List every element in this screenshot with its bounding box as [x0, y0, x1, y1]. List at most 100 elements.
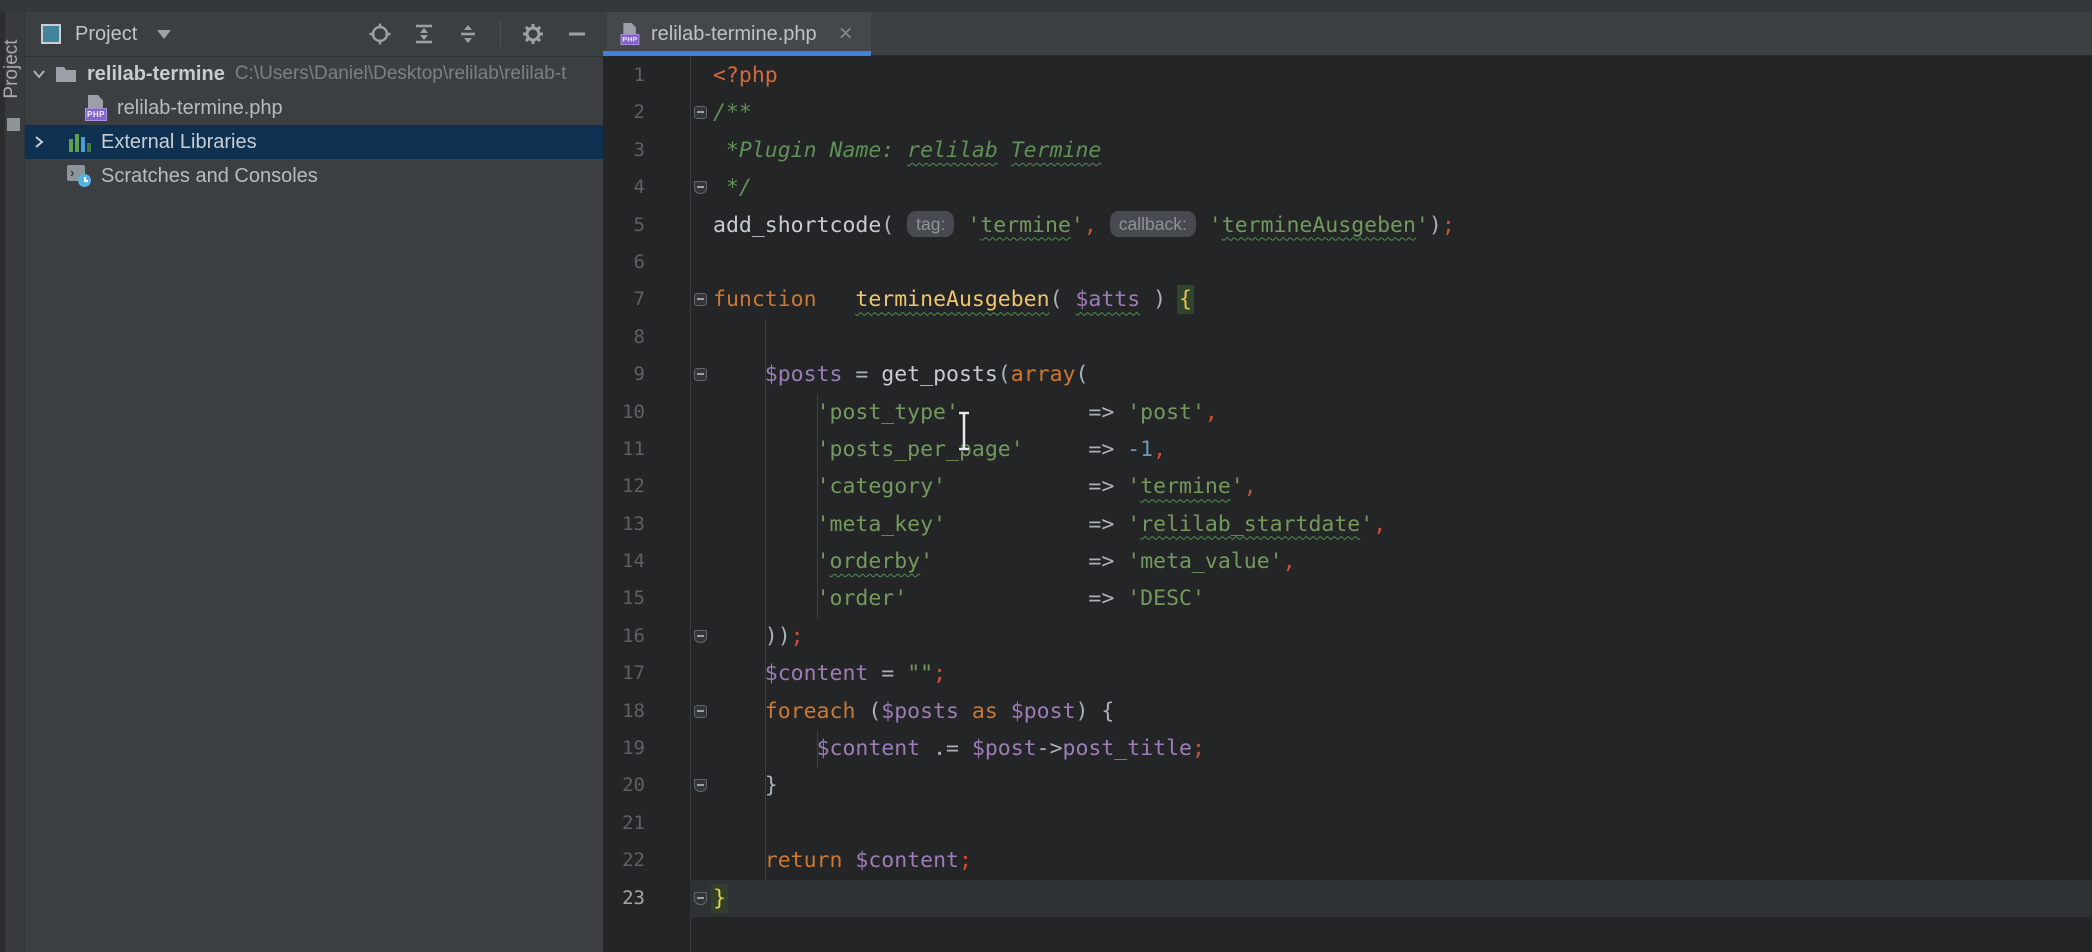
code-text: 'order' => 'DESC'	[713, 580, 1205, 617]
line-number: 11	[603, 431, 645, 468]
code-token: =>	[907, 586, 1127, 611]
chevron-expanded-icon[interactable]	[31, 66, 47, 82]
panel-title[interactable]: Project	[75, 23, 137, 46]
php-file-icon: PHP	[85, 95, 107, 121]
code-token	[842, 848, 855, 873]
code-line: 19 $content .= $post->post_title;	[603, 730, 2092, 767]
tree-row-scratches[interactable]: › Scratches and Consoles	[25, 159, 603, 193]
locate-target-icon[interactable]	[368, 22, 392, 46]
editor-code-area[interactable]: 1 <?php 2 /** 3 *Plugin Name: relilab Termin…	[603, 56, 2092, 952]
fold-end-icon[interactable]	[694, 779, 707, 792]
code-token: '	[817, 549, 830, 574]
code-token	[1097, 213, 1110, 238]
code-token: {	[1179, 287, 1192, 312]
code-token	[713, 586, 817, 611]
code-text: <?php	[713, 57, 778, 94]
code-token: ,	[1153, 437, 1166, 462]
collapse-all-icon[interactable]	[456, 22, 480, 46]
close-icon[interactable]: ×	[839, 24, 853, 44]
line-number: 7	[603, 281, 645, 318]
code-token: '	[1360, 512, 1373, 537]
code-token: '	[1071, 213, 1084, 238]
code-text: 'orderby' => 'meta_value',	[713, 543, 1296, 580]
code-text: foreach ($posts as $post) {	[713, 693, 1114, 730]
code-token	[713, 400, 817, 425]
tree-item-path: C:\Users\Daniel\Desktop\relilab\relilab-…	[235, 63, 567, 85]
fold-collapse-icon[interactable]	[694, 368, 707, 381]
line-number: 20	[603, 767, 645, 804]
line-number: 1	[603, 57, 645, 94]
code-line: 17 $content = "";	[603, 655, 2092, 692]
settings-gear-icon[interactable]	[521, 22, 545, 46]
stripe-indicator-square	[7, 118, 20, 131]
code-text: */	[713, 169, 752, 206]
code-text: 'posts_per_page' => -1,	[713, 431, 1166, 468]
chevron-collapsed-icon[interactable]	[31, 134, 47, 150]
code-token: array	[1011, 362, 1076, 387]
code-line: 22 return $content;	[603, 842, 2092, 879]
code-token: $content	[765, 661, 869, 686]
tree-row-root-folder[interactable]: relilab-termine C:\Users\Daniel\Desktop\…	[25, 57, 603, 91]
fold-end-icon[interactable]	[694, 630, 707, 643]
code-token	[713, 736, 817, 761]
line-number: 10	[603, 394, 645, 431]
code-line: 4 */	[603, 169, 2092, 206]
code-token	[954, 213, 967, 238]
code-token: ,	[1283, 549, 1296, 574]
code-token: add_shortcode	[713, 213, 881, 238]
code-token: '	[1127, 512, 1140, 537]
code-token: )	[1140, 287, 1179, 312]
fold-collapse-icon[interactable]	[694, 106, 707, 119]
code-text: 'category' => 'termine',	[713, 468, 1257, 505]
scratch-icon: ›	[67, 165, 91, 187]
tab-relilab-termine[interactable]: PHP relilab-termine.php ×	[607, 12, 871, 56]
fold-collapse-icon[interactable]	[694, 705, 707, 718]
line-number: 23	[603, 880, 645, 917]
code-line: 3 *Plugin Name: relilab Termine	[603, 132, 2092, 169]
chevron-down-icon[interactable]	[157, 30, 171, 39]
code-token: '	[1209, 213, 1222, 238]
code-token: 'posts_per_page'	[817, 437, 1024, 462]
hide-panel-icon[interactable]	[565, 22, 589, 46]
code-token: 'DESC'	[1127, 586, 1205, 611]
tree-row-external-libraries[interactable]: External Libraries	[25, 125, 603, 159]
code-token: (	[1050, 287, 1076, 312]
code-token	[713, 512, 817, 537]
code-token: get_posts	[881, 362, 998, 387]
code-text: $content = "";	[713, 655, 946, 692]
fold-end-icon[interactable]	[694, 892, 707, 905]
code-token: '	[1127, 474, 1140, 499]
code-token: /**	[713, 100, 752, 125]
line-number: 2	[603, 94, 645, 131]
code-token: 'category'	[817, 474, 946, 499]
line-number: 16	[603, 618, 645, 655]
tree-row-php-file[interactable]: PHP relilab-termine.php	[25, 91, 603, 125]
fold-collapse-icon[interactable]	[694, 293, 707, 306]
window-top-strip	[0, 0, 2092, 12]
code-line: 6	[603, 244, 2092, 281]
code-token: =>	[959, 400, 1127, 425]
parameter-hint-chip[interactable]: tag:	[907, 211, 954, 237]
code-token: *Plugin Name:	[713, 138, 907, 163]
code-token: -1	[1127, 437, 1153, 462]
folder-icon	[55, 65, 77, 83]
line-number: 22	[603, 842, 645, 879]
fold-end-icon[interactable]	[694, 181, 707, 194]
code-token: ,	[1244, 474, 1257, 499]
line-number: 17	[603, 655, 645, 692]
php-file-icon: PHP	[621, 23, 640, 45]
code-token	[998, 699, 1011, 724]
tree-item-label: Scratches and Consoles	[101, 165, 318, 188]
code-token: $atts	[1075, 287, 1140, 312]
line-number: 19	[603, 730, 645, 767]
code-token: foreach	[765, 699, 856, 724]
code-token	[713, 699, 765, 724]
code-token: 'meta_key'	[817, 512, 946, 537]
code-line: 13 'meta_key' => 'relilab_startdate',	[603, 506, 2092, 543]
code-token: return	[765, 848, 843, 873]
code-token: }	[713, 886, 726, 911]
code-token: }	[713, 773, 778, 798]
parameter-hint-chip[interactable]: callback:	[1110, 211, 1196, 237]
expand-all-icon[interactable]	[412, 22, 436, 46]
project-stripe-button[interactable]: Project	[1, 29, 23, 109]
